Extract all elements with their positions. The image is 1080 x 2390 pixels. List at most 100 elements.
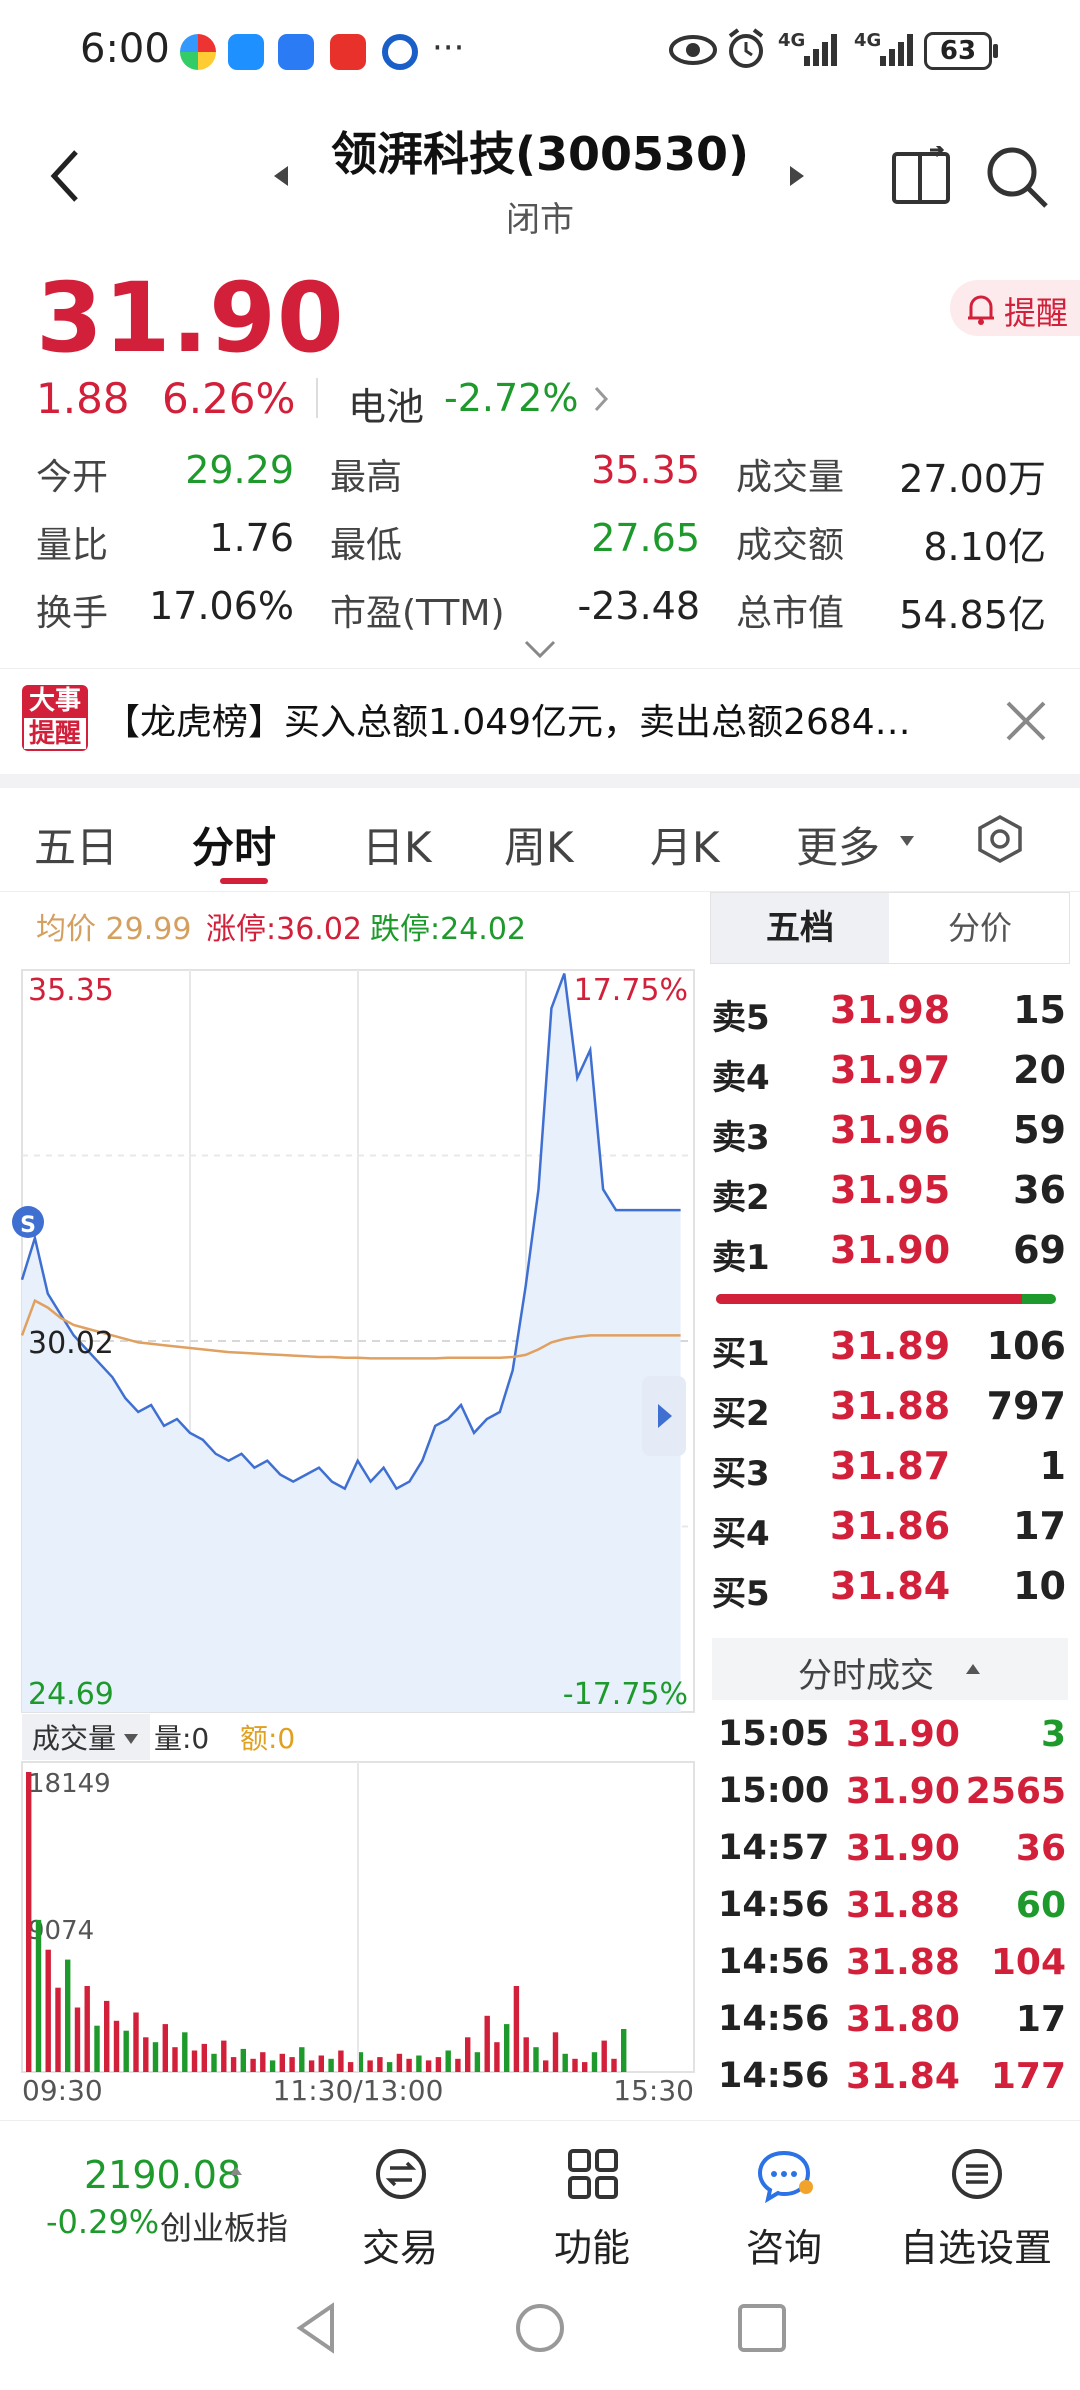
asks-level-label: 卖2: [712, 1178, 770, 1218]
battery-tip: [993, 44, 998, 58]
trade-volume: 104: [990, 1942, 1066, 1983]
stat-value: 35.35: [591, 448, 700, 492]
tab-intraday[interactable]: 分时: [192, 814, 276, 875]
nav-functions[interactable]: 功能: [502, 2121, 682, 2271]
volume-bar: [465, 2037, 471, 2072]
asks-level-price[interactable]: 31.95: [830, 1168, 950, 1212]
trade-volume: 17: [1015, 1999, 1066, 2040]
volume-bar: [74, 2007, 81, 2072]
close-icon[interactable]: [1004, 699, 1048, 743]
price-change-pct: 6.26%: [162, 374, 296, 423]
asks-level-volume: 69: [1013, 1228, 1066, 1272]
volume-bar: [152, 2042, 159, 2072]
asks-level-price[interactable]: 31.98: [830, 988, 950, 1032]
tab-week-k[interactable]: 周K: [504, 814, 574, 875]
intraday-chart[interactable]: 35.35 30.02 24.69 17.75% -17.75% S 成交量 量:0 额:0 18…: [0, 892, 700, 2112]
split-view-icon[interactable]: [890, 146, 954, 206]
alarm-icon: [728, 28, 764, 68]
trade-price: 31.90: [846, 1771, 960, 1812]
volume-bar: [133, 2012, 139, 2072]
tab-month-k[interactable]: 月K: [650, 814, 720, 875]
dropdown-caret-icon[interactable]: [898, 834, 916, 848]
back-nav-icon[interactable]: [292, 2300, 342, 2356]
signal-icon-2: [880, 34, 913, 66]
trade-price: 31.80: [846, 1999, 960, 2040]
tab-more[interactable]: 更多: [796, 814, 880, 875]
volume-bar: [513, 1986, 520, 2072]
bids-level-price[interactable]: 31.84: [830, 1564, 950, 1608]
nav-consult[interactable]: 咨询: [694, 2121, 874, 2271]
buy-ratio-fill: [716, 1294, 1022, 1304]
volume-bar: [582, 2062, 588, 2072]
time-label-midday: 11:30/13:00: [273, 2074, 444, 2107]
tab-day-k[interactable]: 日K: [362, 814, 432, 875]
recents-nav-icon[interactable]: [736, 2302, 788, 2354]
volume-bar: [474, 2052, 481, 2072]
bottom-nav: 2190.08 -0.29% 创业板指 交易 功能 咨询 自选设置: [0, 2120, 1080, 2270]
volume-bar: [318, 2055, 324, 2072]
news-badge: 大事 提醒: [22, 685, 88, 751]
chat-icon: [757, 2150, 813, 2203]
sector-change-pct[interactable]: -2.72%: [444, 376, 578, 420]
index-name: 创业板指: [160, 2209, 289, 2247]
browser-app-icon: [382, 34, 418, 70]
nav-watchlist-settings[interactable]: 自选设置: [886, 2121, 1066, 2271]
signal-marker-label: S: [20, 1213, 36, 1238]
home-nav-icon[interactable]: [512, 2300, 568, 2356]
trades-title: 分时成交: [798, 1656, 934, 1696]
stat-label: 成交量: [736, 457, 845, 498]
bids-level-price[interactable]: 31.87: [830, 1444, 950, 1488]
volume-bar: [425, 2060, 432, 2072]
stat-label: 市盈(TTM): [330, 593, 505, 634]
signal-icon: [804, 34, 837, 66]
nav-consult-label: 咨询: [745, 2226, 822, 2270]
search-icon[interactable]: [984, 144, 1050, 210]
volume-bar: [543, 2060, 549, 2072]
tab-five-level[interactable]: 五档: [711, 893, 889, 963]
trade-time: 14:56: [718, 1885, 830, 1925]
bids-level-price[interactable]: 31.86: [830, 1504, 950, 1548]
volume-bar: [562, 2053, 568, 2072]
tab-price-distribution[interactable]: 分价: [891, 893, 1069, 963]
trade-time: 14:56: [718, 1942, 830, 1982]
trade-price: 31.90: [846, 1714, 960, 1755]
asks-level-price[interactable]: 31.90: [830, 1228, 950, 1272]
order-book-tabs: 五档 分价: [710, 892, 1070, 964]
chart-settings-icon[interactable]: [976, 814, 1024, 864]
asks-level-price[interactable]: 31.96: [830, 1108, 950, 1152]
stat-label: 总市值: [736, 593, 845, 634]
index-ticker[interactable]: 2190.08 -0.29% 创业板指: [0, 2121, 300, 2271]
volume-bar: [201, 2043, 207, 2072]
volume-bar: [523, 2037, 529, 2072]
news-text[interactable]: 【龙虎榜】买入总额1.049亿元，卖出总额2684…: [104, 693, 974, 745]
sector-name[interactable]: 电池: [348, 376, 424, 431]
volume-bar: [435, 2057, 442, 2072]
volume-bar: [94, 2025, 100, 2072]
asks-level-price[interactable]: 31.97: [830, 1048, 950, 1092]
next-stock-icon[interactable]: [786, 164, 806, 188]
eye-icon: [669, 35, 717, 65]
volume-bar: [162, 2024, 168, 2072]
volume-bar: [591, 2052, 598, 2072]
news-badge-top: 大事: [22, 685, 88, 718]
bids-level-price[interactable]: 31.89: [830, 1324, 950, 1368]
trades-header[interactable]: 分时成交: [712, 1638, 1068, 1700]
alert-button[interactable]: 提醒: [950, 280, 1080, 336]
nav-trade[interactable]: 交易: [310, 2121, 490, 2271]
nav-functions-label: 功能: [553, 2226, 630, 2270]
volume-bar: [377, 2057, 383, 2072]
tab-five-day[interactable]: 五日: [34, 814, 118, 875]
axis-top-pct: 17.75%: [574, 973, 688, 1008]
news-bar[interactable]: 大事 提醒 【龙虎榜】买入总额1.049亿元，卖出总额2684…: [0, 668, 1080, 774]
expand-chevron-icon[interactable]: [522, 638, 558, 660]
price-area-fill: [22, 973, 681, 1712]
stat-label: 今开: [36, 457, 109, 498]
volume-bar: [26, 1772, 32, 2072]
volume-bar: [289, 2057, 295, 2072]
chevron-right-icon[interactable]: [592, 384, 612, 414]
volume-bar: [260, 2052, 266, 2072]
bids-level-price[interactable]: 31.88: [830, 1384, 950, 1428]
amount-readout: 额:0: [240, 1722, 295, 1755]
volume-bar: [172, 2047, 178, 2072]
volume-bar: [35, 1919, 42, 2072]
